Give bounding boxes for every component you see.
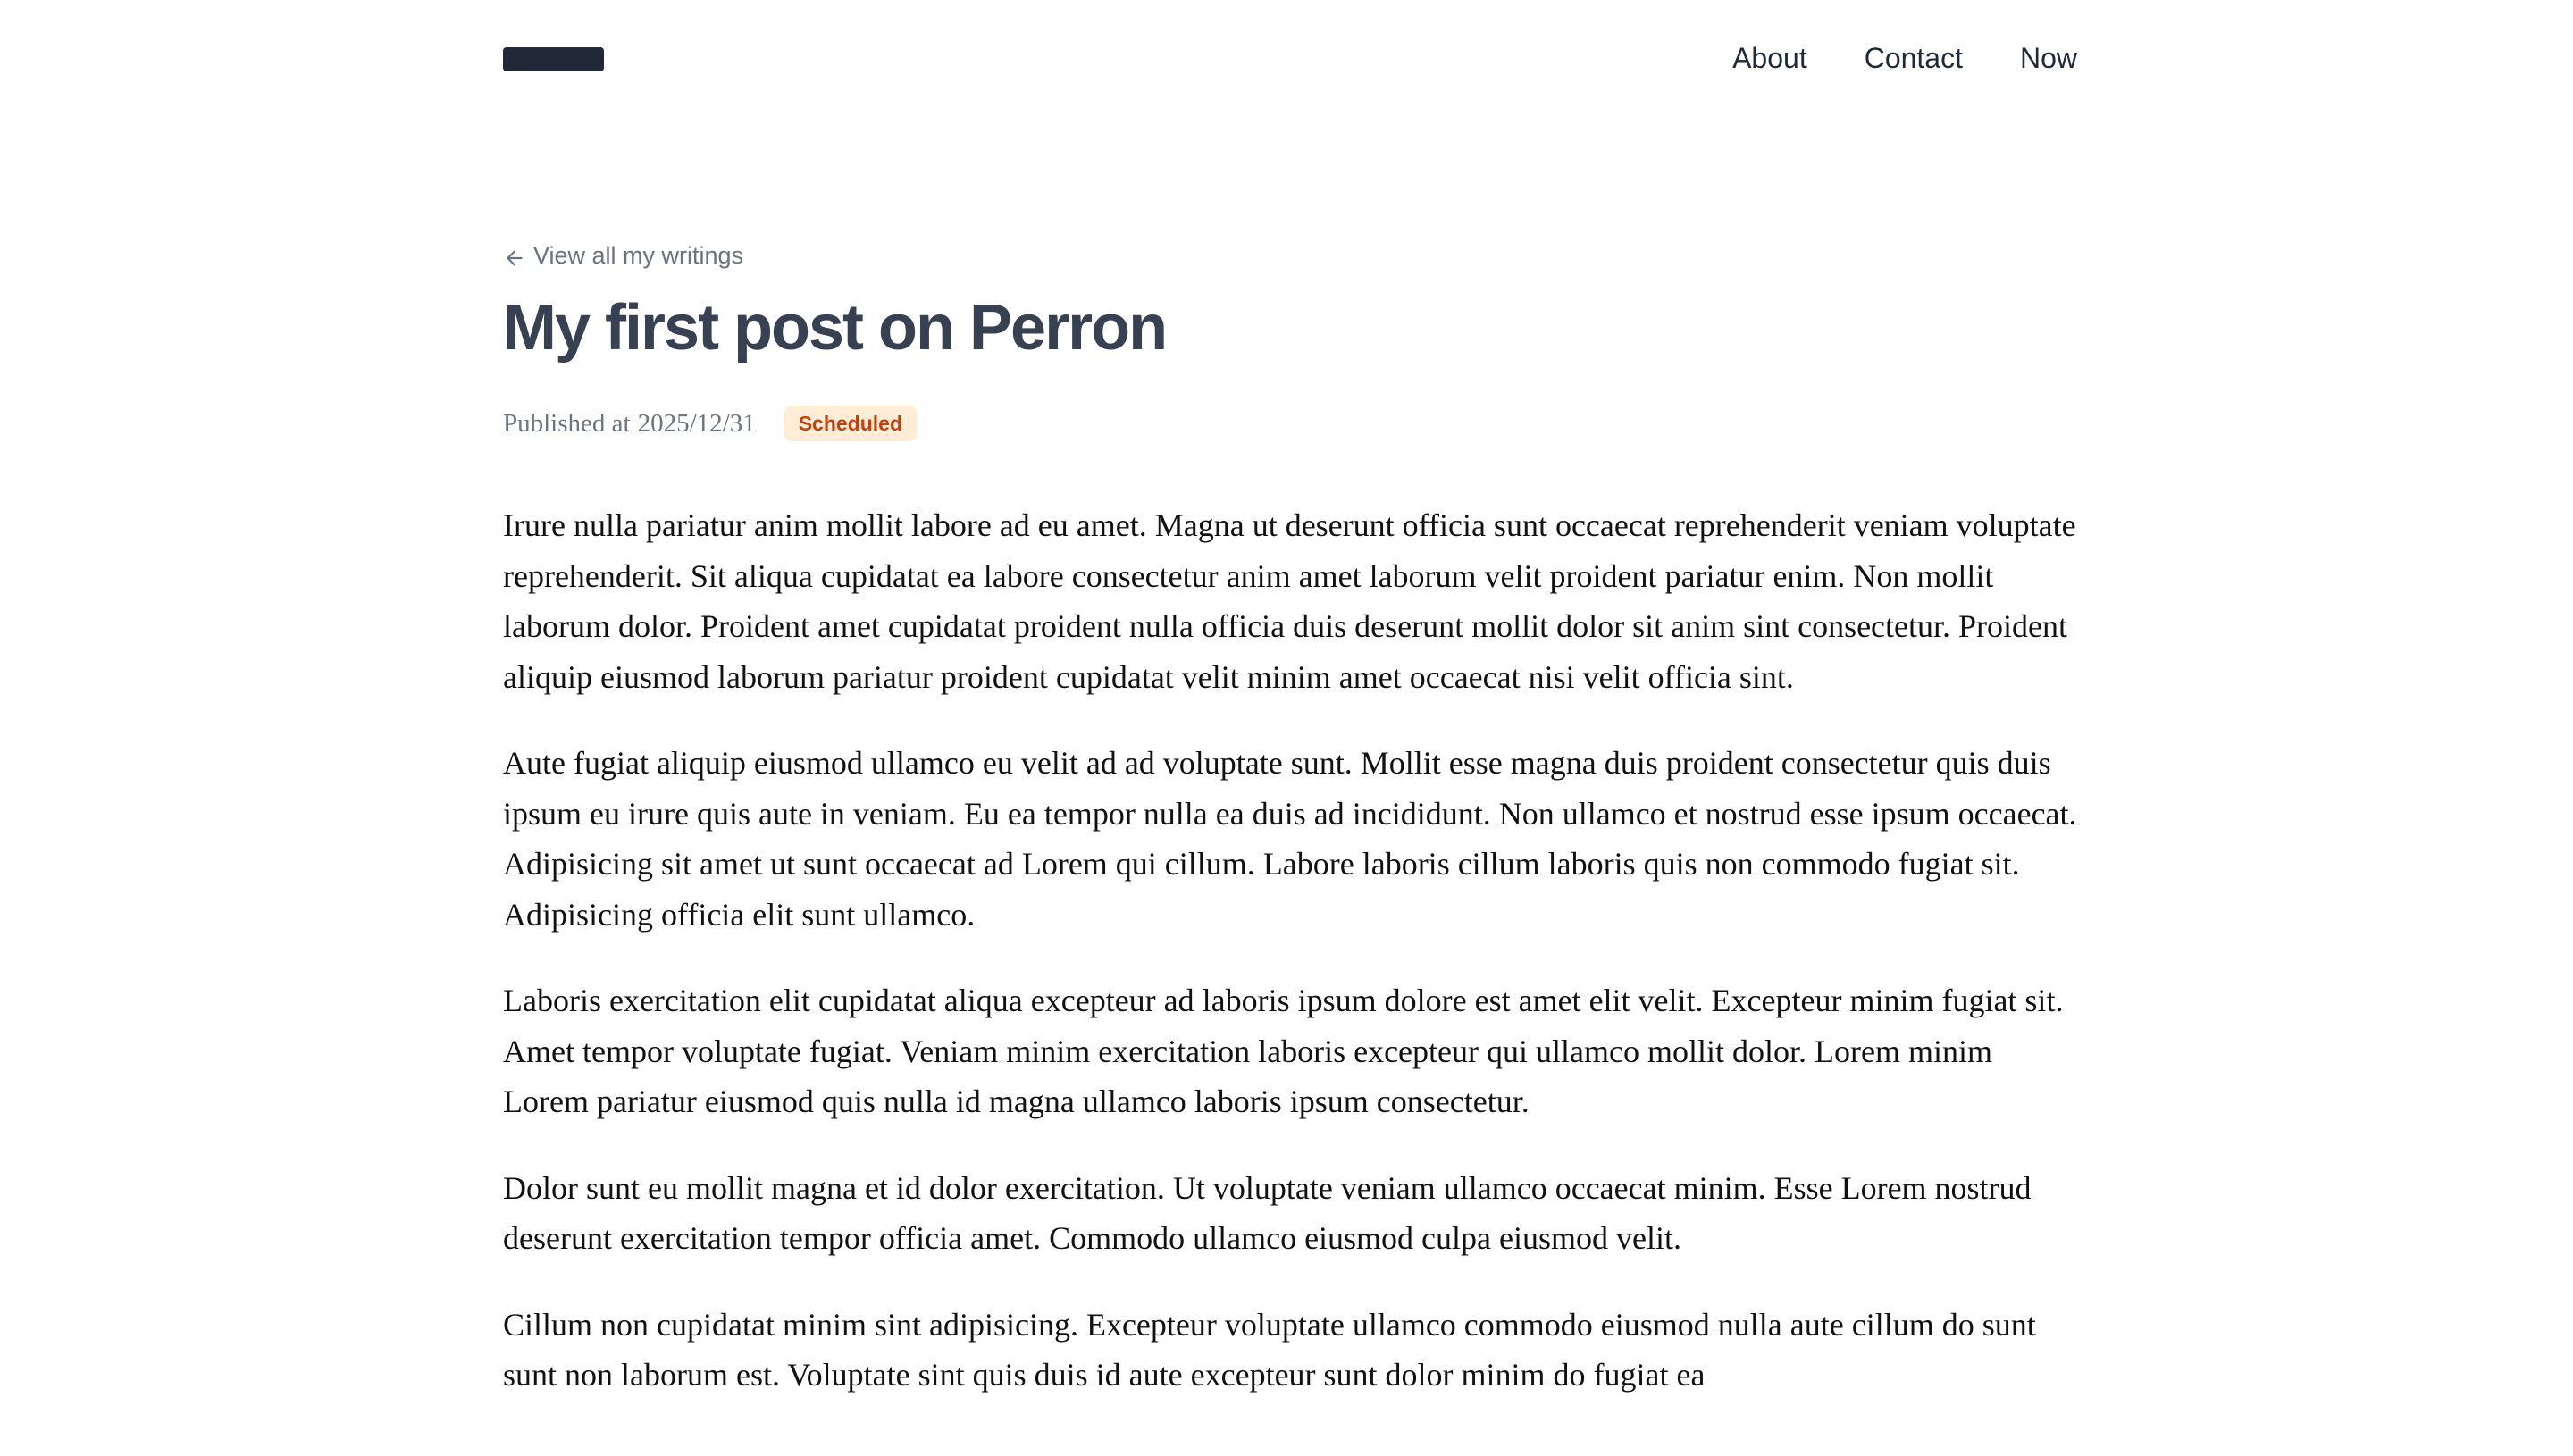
main-nav: About Contact Now (1732, 38, 2077, 78)
nav-link-now[interactable]: Now (2020, 38, 2077, 78)
back-to-writings-link[interactable]: View all my writings (503, 238, 743, 273)
post-paragraph-1: Irure nulla pariatur anim mollit labore … (503, 507, 2076, 695)
post-paragraph-5: Cillum non cupidatat minim sint adipisic… (503, 1306, 2036, 1393)
post-title: My first post on Perron (503, 292, 1168, 364)
site-logo[interactable] (503, 47, 604, 71)
post-meta: Published at 2025/12/31 Scheduled (503, 404, 918, 443)
nav-link-about[interactable]: About (1732, 38, 1807, 78)
published-date: 2025/12/31 (637, 409, 756, 438)
site-header: About Contact Now (503, 0, 2077, 116)
published-label: Published at (503, 409, 631, 438)
post-paragraph-3: Laboris exercitation elit cupidatat aliq… (503, 983, 2064, 1119)
published-info: Published at 2025/12/31 (503, 404, 756, 443)
back-link-label: View all my writings (533, 242, 744, 269)
nav-link-contact[interactable]: Contact (1865, 38, 1963, 78)
page-container: About Contact Now View all my writings M… (503, 0, 2077, 1393)
post-paragraph-2: Aute fugiat aliquip eiusmod ullamco eu v… (503, 745, 2077, 933)
post-body: Irure nulla pariatur anim mollit labore … (503, 500, 2077, 1436)
status-badge: Scheduled (784, 406, 918, 441)
arrow-left-icon (503, 244, 526, 267)
post-paragraph-4: Dolor sunt eu mollit magna et id dolor e… (503, 1169, 2032, 1257)
